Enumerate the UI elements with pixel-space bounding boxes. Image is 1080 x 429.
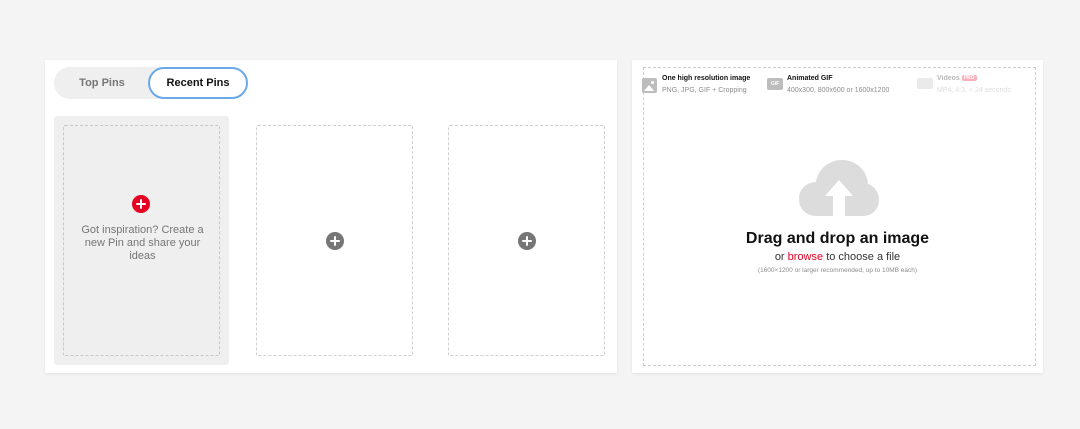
drag-drop-subtitle: or browse to choose a file [632, 251, 1043, 263]
format-title-text: Videos [937, 75, 960, 82]
browse-link[interactable]: browse [788, 251, 823, 263]
format-desc: PNG, JPG, GIF + Cropping [662, 87, 747, 94]
image-icon [642, 78, 657, 93]
add-red-icon[interactable] [132, 195, 150, 213]
format-desc: MP4, 4:3, < 24 seconds [937, 87, 1011, 94]
tab-top-pins[interactable]: Top Pins [54, 67, 150, 99]
format-title: One high resolution image [662, 75, 751, 82]
add-icon[interactable] [326, 232, 344, 250]
cloud-upload-icon [799, 160, 879, 216]
create-pin-slot[interactable]: Got inspiration? Create a new Pin and sh… [63, 125, 220, 356]
add-icon[interactable] [518, 232, 536, 250]
format-title: Videos PRO [937, 75, 977, 82]
choose-text: to choose a file [826, 251, 901, 263]
pins-tab-bar: Top Pins Recent Pins [54, 67, 248, 99]
create-pin-prompt: Got inspiration? Create a new Pin and sh… [81, 224, 204, 262]
format-title: Animated GIF [787, 75, 833, 82]
gif-icon: GIF [767, 78, 783, 90]
format-desc: 400x300, 800x600 or 1600x1200 [787, 87, 890, 94]
tab-recent-pins[interactable]: Recent Pins [148, 67, 248, 99]
pin-picker-panel: Top Pins Recent Pins Got inspiration? Cr… [45, 60, 617, 373]
upload-panel: One high resolution image PNG, JPG, GIF … [632, 60, 1043, 373]
or-text: or [774, 251, 785, 263]
empty-pin-slot[interactable] [256, 125, 413, 356]
upload-note: (1600×1200 or larger recommended, up to … [757, 267, 918, 274]
empty-pin-slot[interactable] [448, 125, 605, 356]
format-image: One high resolution image PNG, JPG, GIF … [642, 75, 750, 99]
pro-badge: PRO [961, 75, 977, 81]
video-icon [917, 78, 933, 89]
drag-drop-title: Drag and drop an image [745, 230, 930, 247]
